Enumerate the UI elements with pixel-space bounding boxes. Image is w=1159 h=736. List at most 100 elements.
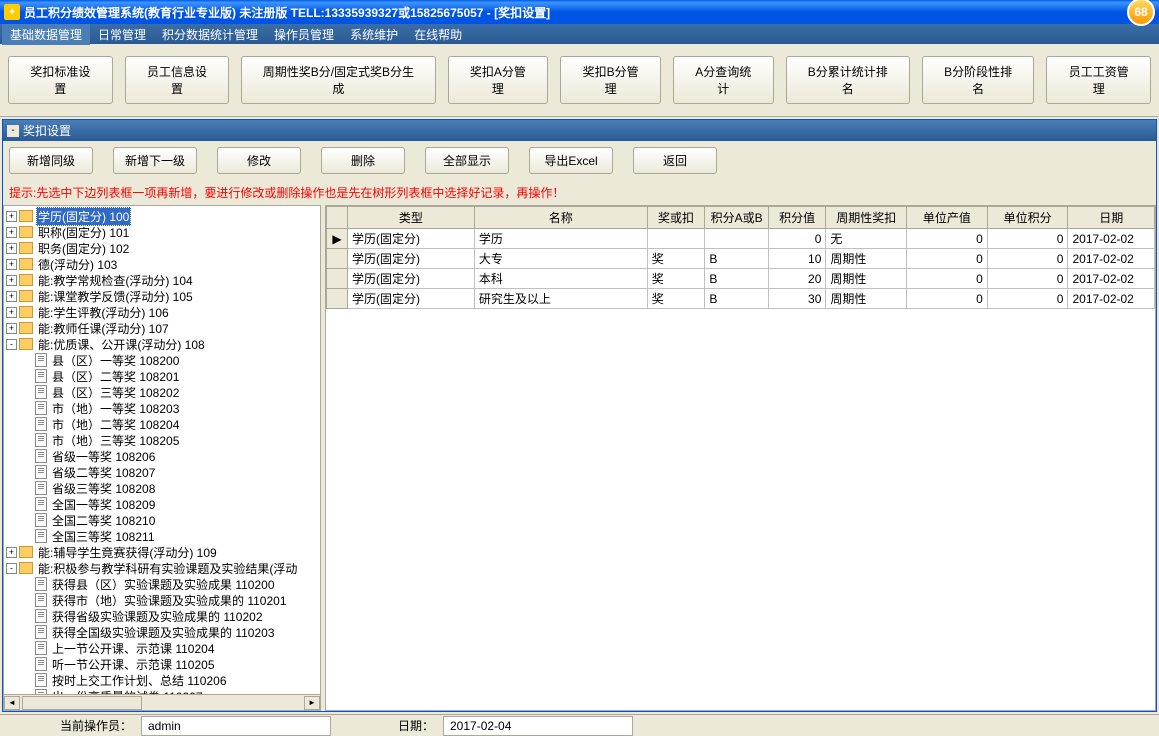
tree-node[interactable]: +学历(固定分) 100: [6, 208, 318, 224]
tree-node[interactable]: +能:辅导学生竟赛获得(浮动分) 109: [6, 544, 318, 560]
tree-node[interactable]: +能:课堂教学反馈(浮动分) 105: [6, 288, 318, 304]
expander-icon[interactable]: +: [6, 291, 17, 302]
btn-show-all[interactable]: 全部显示: [425, 147, 509, 174]
expander-icon[interactable]: +: [6, 323, 17, 334]
tree-node[interactable]: 获得县（区）实验课题及实验成果 110200: [6, 576, 318, 592]
row-marker: [327, 289, 348, 309]
tree-node[interactable]: 全国二等奖 108210: [6, 512, 318, 528]
tree-node[interactable]: +德(浮动分) 103: [6, 256, 318, 272]
tree-node[interactable]: 省级二等奖 108207: [6, 464, 318, 480]
tree-node[interactable]: 县（区）三等奖 108202: [6, 384, 318, 400]
cell-name: 本科: [474, 269, 647, 289]
col-ab[interactable]: 积分A或B: [705, 207, 768, 229]
menu-operator[interactable]: 操作员管理: [266, 24, 342, 45]
col-name[interactable]: 名称: [474, 207, 647, 229]
btn-edit[interactable]: 修改: [217, 147, 301, 174]
expander-icon[interactable]: +: [6, 227, 17, 238]
scroll-right-icon[interactable]: ►: [304, 696, 320, 710]
document-icon: [35, 369, 47, 383]
expander-icon[interactable]: +: [6, 547, 17, 558]
btn-a-query[interactable]: A分查询统计: [673, 56, 774, 104]
tree-node[interactable]: 全国三等奖 108211: [6, 528, 318, 544]
expander-icon[interactable]: +: [6, 211, 17, 222]
btn-add-child[interactable]: 新增下一级: [113, 147, 197, 174]
expander-icon[interactable]: -: [6, 339, 17, 350]
tree-label: 市（地）三等奖 108205: [50, 432, 181, 449]
btn-return[interactable]: 返回: [633, 147, 717, 174]
tree-node[interactable]: 上一节公开课、示范课 110204: [6, 640, 318, 656]
btn-salary[interactable]: 员工工资管理: [1046, 56, 1151, 104]
tree-node[interactable]: - 能:积极参与教学科研有实验课题及实验结果(浮动: [6, 560, 318, 576]
tree-label: 能:积极参与教学科研有实验课题及实验结果(浮动: [36, 560, 299, 577]
col-date[interactable]: 日期: [1068, 207, 1155, 229]
tree-node[interactable]: -能:优质课、公开课(浮动分) 108: [6, 336, 318, 352]
tree-node[interactable]: 按时上交工作计划、总结 110206: [6, 672, 318, 688]
tree-panel[interactable]: +学历(固定分) 100+职称(固定分) 101+职务(固定分) 102+德(浮…: [3, 205, 321, 711]
col-period[interactable]: 周期性奖扣: [826, 207, 907, 229]
tree-node[interactable]: 获得省级实验课题及实验成果的 110202: [6, 608, 318, 624]
tree-node[interactable]: +能:教学常规检查(浮动分) 104: [6, 272, 318, 288]
btn-b-stage[interactable]: B分阶段性排名: [922, 56, 1034, 104]
minimize-icon[interactable]: -: [7, 125, 19, 137]
tree-node[interactable]: +能:学生评教(浮动分) 106: [6, 304, 318, 320]
menu-basic-data[interactable]: 基础数据管理: [2, 24, 90, 45]
tree-node[interactable]: 市（地）三等奖 108205: [6, 432, 318, 448]
tree-label: 省级二等奖 108207: [50, 464, 157, 481]
menu-system[interactable]: 系统维护: [342, 24, 406, 45]
tree-node[interactable]: 全国一等奖 108209: [6, 496, 318, 512]
table-row[interactable]: ▶学历(固定分)学历0无002017-02-02: [327, 229, 1155, 249]
menu-daily[interactable]: 日常管理: [90, 24, 154, 45]
scroll-thumb[interactable]: [22, 696, 142, 710]
col-cz[interactable]: 单位产值: [907, 207, 988, 229]
table-row[interactable]: 学历(固定分)研究生及以上奖B30周期性002017-02-02: [327, 289, 1155, 309]
btn-export-excel[interactable]: 导出Excel: [529, 147, 613, 174]
tree-node[interactable]: +能:教师任课(浮动分) 107: [6, 320, 318, 336]
btn-delete[interactable]: 删除: [321, 147, 405, 174]
expander-icon[interactable]: +: [6, 275, 17, 286]
tree-hscrollbar[interactable]: ◄ ►: [4, 694, 320, 710]
btn-a-score[interactable]: 奖扣A分管理: [448, 56, 549, 104]
tree-label: 获得县（区）实验课题及实验成果 110200: [50, 576, 277, 593]
cell-val: 0: [768, 229, 826, 249]
col-type[interactable]: 类型: [348, 207, 475, 229]
tree-node[interactable]: 省级一等奖 108206: [6, 448, 318, 464]
tree-node[interactable]: 县（区）二等奖 108201: [6, 368, 318, 384]
menubar: 基础数据管理 日常管理 积分数据统计管理 操作员管理 系统维护 在线帮助: [0, 24, 1159, 44]
col-jf[interactable]: 单位积分: [987, 207, 1068, 229]
document-icon: [35, 385, 47, 399]
btn-reward-standard[interactable]: 奖扣标准设置: [8, 56, 113, 104]
col-jok[interactable]: 奖或扣: [647, 207, 705, 229]
expander-icon[interactable]: +: [6, 307, 17, 318]
tree-node[interactable]: 获得市（地）实验课题及实验成果的 110201: [6, 592, 318, 608]
tree-label: 听一节公开课、示范课 110205: [50, 656, 217, 673]
cell-val: 30: [768, 289, 826, 309]
tree-node[interactable]: 听一节公开课、示范课 110205: [6, 656, 318, 672]
cell-ab: [705, 229, 768, 249]
cell-name: 学历: [474, 229, 647, 249]
menu-help[interactable]: 在线帮助: [406, 24, 470, 45]
tree-node[interactable]: 市（地）二等奖 108204: [6, 416, 318, 432]
tree-node[interactable]: +职称(固定分) 101: [6, 224, 318, 240]
btn-b-rank[interactable]: B分累计统计排名: [786, 56, 910, 104]
btn-employee-info[interactable]: 员工信息设置: [125, 56, 230, 104]
cell-type: 学历(固定分): [348, 249, 475, 269]
btn-b-score[interactable]: 奖扣B分管理: [560, 56, 661, 104]
tree-node[interactable]: 县（区）一等奖 108200: [6, 352, 318, 368]
table-row[interactable]: 学历(固定分)本科奖B20周期性002017-02-02: [327, 269, 1155, 289]
col-val[interactable]: 积分值: [768, 207, 826, 229]
expander-icon[interactable]: -: [6, 563, 17, 574]
tree-node[interactable]: 市（地）一等奖 108203: [6, 400, 318, 416]
tree-node[interactable]: 获得全国级实验课题及实验成果的 110203: [6, 624, 318, 640]
btn-add-sibling[interactable]: 新增同级: [9, 147, 93, 174]
tree-label: 县（区）三等奖 108202: [50, 384, 181, 401]
table-row[interactable]: 学历(固定分)大专奖B10周期性002017-02-02: [327, 249, 1155, 269]
scroll-left-icon[interactable]: ◄: [4, 696, 20, 710]
expander-icon[interactable]: +: [6, 259, 17, 270]
content-area: +学历(固定分) 100+职称(固定分) 101+职务(固定分) 102+德(浮…: [3, 205, 1156, 711]
btn-periodic-gen[interactable]: 周期性奖B分/固定式奖B分生成: [241, 56, 435, 104]
expander-icon[interactable]: +: [6, 243, 17, 254]
tree-node[interactable]: +职务(固定分) 102: [6, 240, 318, 256]
tree-node[interactable]: 省级三等奖 108208: [6, 480, 318, 496]
menu-stats[interactable]: 积分数据统计管理: [154, 24, 266, 45]
document-icon: [35, 401, 47, 415]
